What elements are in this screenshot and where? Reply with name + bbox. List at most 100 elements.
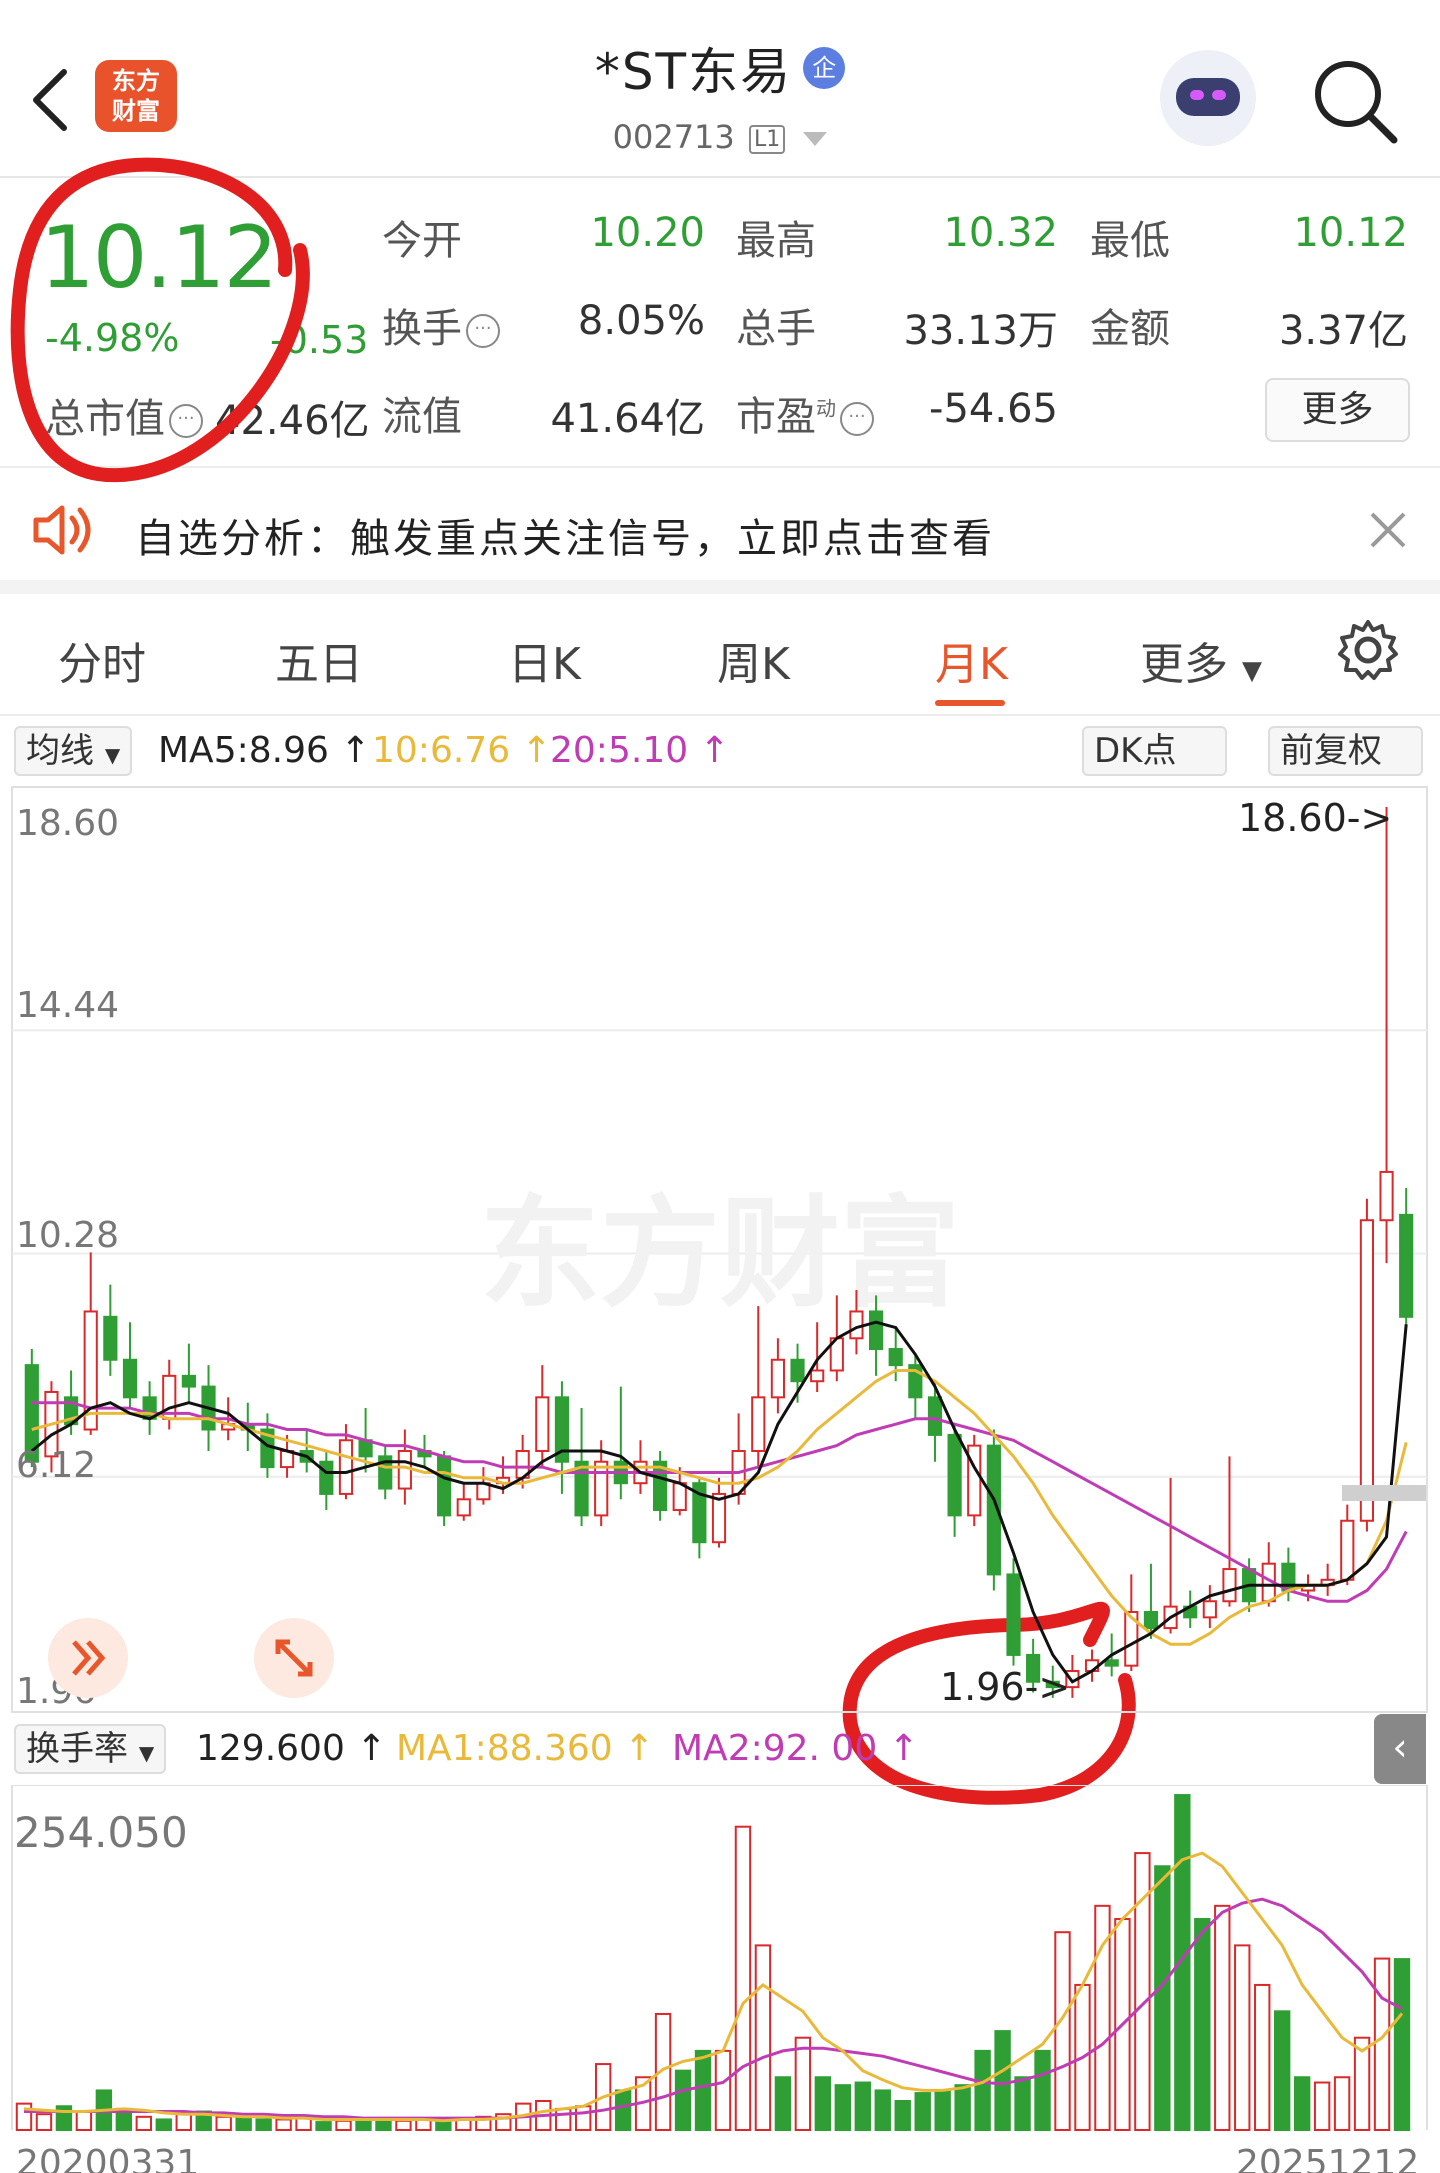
turnover-bar-down <box>614 2089 632 2131</box>
turnover-bar-down <box>1273 2010 1291 2131</box>
turnover-bars <box>15 1794 1411 2132</box>
turnover-bar-down <box>1034 2049 1051 2131</box>
turnover-bar-down <box>894 2099 911 2131</box>
turnover-bar-down <box>914 2092 931 2131</box>
vol-indicator-select[interactable]: 换手率 ▼ <box>14 1724 167 1774</box>
turnover-bar-down <box>235 2117 252 2132</box>
tab-intraday[interactable]: 分时 <box>58 628 146 692</box>
turnover-bar-up <box>35 2113 53 2131</box>
dk-label: DK点 <box>1094 731 1177 771</box>
turnover-bar-down <box>674 2069 692 2131</box>
kline-chart[interactable]: 东方财富 18.60 14.44 10.28 6.12 1.96 18.60->… <box>0 785 1440 1715</box>
turnover-bar-down <box>994 2030 1011 2131</box>
turnover-bar-down <box>1293 2076 1311 2132</box>
candle-up <box>1379 1170 1394 1222</box>
turnover-bar-up <box>335 2119 352 2131</box>
ma-type-select[interactable]: 均线 ▼ <box>14 726 133 776</box>
watermark: 东方财富 <box>480 1185 960 1324</box>
adjustment-select[interactable]: 前复权 <box>1268 726 1423 776</box>
ma20-value: 20:5.10 ↑ <box>550 730 730 771</box>
caret-down-icon: ▼ <box>1242 656 1262 686</box>
start-date-label: 20200331 <box>16 2143 199 2173</box>
candle-up <box>594 1460 609 1517</box>
turnover-now: 129.600 ↑ <box>196 1728 387 1769</box>
candle-down <box>1399 1213 1414 1318</box>
y-tick-label: 10.28 <box>16 1215 119 1256</box>
speaker-icon <box>33 505 91 555</box>
end-date-label: 20251212 <box>1236 2143 1419 2173</box>
tab-weekly-k[interactable]: 周K <box>717 628 790 692</box>
tab-five-day[interactable]: 五日 <box>275 628 363 692</box>
turnover-bar-down <box>854 2081 871 2131</box>
notice-text: 自选分析：触发重点关注信号，立即点击查看 <box>135 516 995 562</box>
ma5-text: MA5:8.96 <box>158 730 329 771</box>
tab-more[interactable]: 更多 ▼ <box>1140 628 1262 692</box>
settings-gear-icon[interactable] <box>1336 618 1400 682</box>
candle-down <box>103 1315 118 1361</box>
turnover-bar-up <box>275 2118 292 2132</box>
turnover-bar-down <box>774 2076 792 2132</box>
candle-down <box>868 1310 884 1351</box>
turnover-bar-up <box>1234 1944 1251 2131</box>
turnover-bar-up <box>714 2049 732 2131</box>
candle-up <box>770 1358 785 1399</box>
candle-up <box>711 1492 727 1544</box>
dk-point-select[interactable]: DK点 <box>1082 726 1227 776</box>
turnover-bar-up <box>754 1944 772 2131</box>
turnover-bar-up <box>1333 2076 1351 2132</box>
turnover-bar-up <box>395 2119 412 2131</box>
analysis-notice[interactable]: 自选分析：触发重点关注信号，立即点击查看 <box>0 470 1440 594</box>
turnover-bar-up <box>1214 1904 1231 2131</box>
y-tick-label: 18.60 <box>16 803 119 844</box>
max-price-marker: 18.60-> <box>1238 796 1392 840</box>
turnover-bar-down <box>934 2089 951 2131</box>
active-tab-indicator <box>935 700 1005 706</box>
candle-up <box>1222 1568 1237 1603</box>
turnover-bar-down <box>1393 1958 1411 2131</box>
side-panel-toggle[interactable]: ‹ <box>1374 1714 1426 1784</box>
turnover-bar-down <box>315 2121 332 2131</box>
candle-up <box>338 1439 354 1495</box>
fullscreen-button[interactable] <box>254 1618 334 1698</box>
close-icon[interactable] <box>1368 510 1408 550</box>
chevron-left-icon: ‹ <box>1392 1725 1408 1769</box>
turnover-bar-up <box>175 2113 192 2131</box>
ma5-value: MA5:8.96 ↑ <box>158 730 371 771</box>
turnover-indicator-bar: 换手率 ▼ 129.600 ↑ MA1:88.360 ↑ MA2:92. 00 … <box>0 1718 1440 1778</box>
candle-down <box>319 1460 334 1495</box>
caret-down-icon: ▼ <box>138 1741 155 1765</box>
candle-down <box>888 1348 903 1367</box>
turnover-ma1: MA1:88.360 ↑ <box>396 1728 655 1769</box>
turnover-bar-up <box>135 2115 153 2132</box>
candle-up <box>1202 1600 1217 1619</box>
turnover-bar-up <box>1254 1983 1271 2131</box>
tab-more-label: 更多 <box>1140 639 1228 690</box>
turnover-bar-up <box>555 2107 572 2132</box>
candle-down <box>437 1455 452 1517</box>
y-tick-label: 6.12 <box>16 1445 96 1486</box>
turnover-bar-up <box>215 2115 232 2132</box>
candle-up <box>810 1369 825 1383</box>
turnover-bar-down <box>954 2084 971 2132</box>
ma-indicator-bar: 均线 ▼ MA5:8.96 ↑ 10:6.76 ↑ 20:5.10 ↑ DK点 … <box>0 720 1440 780</box>
expand-arrows-icon <box>275 1639 313 1677</box>
turnover-bar-up <box>1373 1957 1391 2131</box>
tab-monthly-k[interactable]: 月K <box>935 628 1008 692</box>
tab-daily-k[interactable]: 日K <box>508 628 581 692</box>
turnover-bar-up <box>734 1825 752 2131</box>
candle-up <box>751 1396 766 1452</box>
turnover-now-text: 129.600 <box>196 1728 345 1769</box>
turnover-chart[interactable]: 254.050 20200331 20251212 <box>0 1785 1440 2173</box>
turnover-bar-down <box>1154 1865 1171 2131</box>
candle-up <box>1359 1219 1375 1522</box>
candle-down <box>1104 1659 1119 1667</box>
turnover-bar-up <box>1054 1931 1071 2131</box>
turnover-bar-down <box>435 2121 452 2131</box>
turnover-bar-down <box>694 2049 712 2131</box>
current-price-band <box>1342 1485 1426 1501</box>
turnover-bar-down <box>155 2118 172 2132</box>
vol-top-label: 254.050 <box>14 1808 188 1857</box>
expand-indicators-button[interactable] <box>48 1618 128 1698</box>
caret-down-icon: ▼ <box>104 743 121 767</box>
turnover-bar-down <box>1194 1918 1211 2131</box>
